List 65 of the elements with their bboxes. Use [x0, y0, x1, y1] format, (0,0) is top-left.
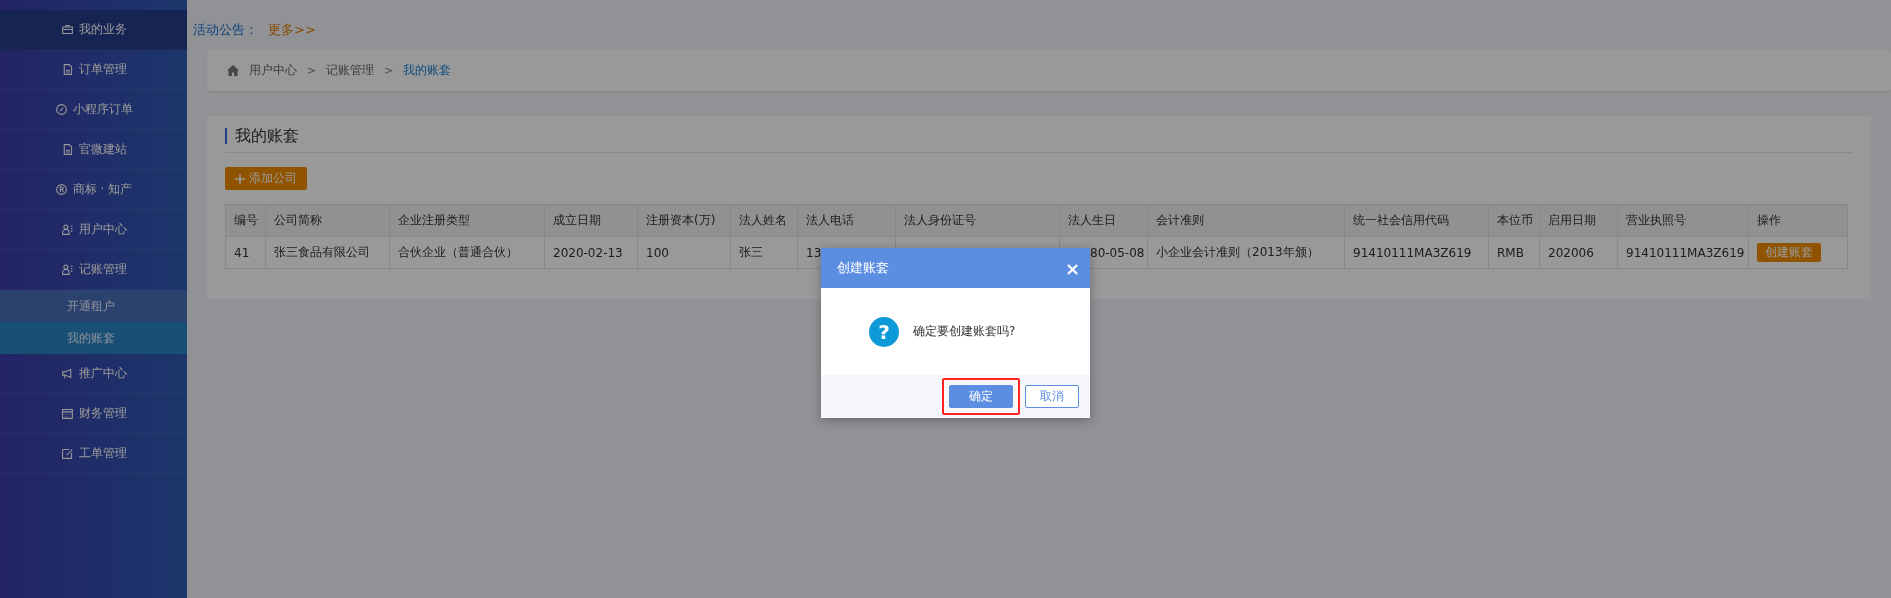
- column-header: 营业执照号: [1617, 204, 1749, 237]
- column-header: 法人生日: [1059, 204, 1148, 237]
- breadcrumb-link[interactable]: 记账管理: [326, 62, 375, 79]
- user-icon: [60, 223, 74, 236]
- sidebar-item[interactable]: 商标 · 知产: [0, 170, 187, 210]
- cancel-button[interactable]: 取消: [1025, 385, 1079, 408]
- table-cell: 张三: [739, 245, 763, 259]
- sidebar-item[interactable]: 小程序订单: [0, 90, 187, 130]
- breadcrumb-link[interactable]: 用户中心: [249, 62, 297, 79]
- add-company-button[interactable]: 添加公司: [225, 167, 307, 190]
- home-icon: [227, 65, 239, 76]
- link-icon: [54, 103, 68, 116]
- briefcase-icon: [60, 23, 74, 36]
- column-header: 统一社会信用代码: [1344, 204, 1489, 237]
- table-cell: 张三食品有限公司: [274, 245, 370, 259]
- more-link[interactable]: 更多>>: [268, 21, 316, 39]
- table-cell: 100: [646, 245, 669, 260]
- table-cell: RMB: [1497, 245, 1524, 260]
- column-header: 法人姓名: [730, 204, 798, 237]
- table-cell: 80-05-08: [1090, 245, 1145, 260]
- breadcrumb-separator: >: [384, 64, 394, 77]
- create-ledger-button[interactable]: 创建账套: [1757, 243, 1821, 262]
- table-cell: 合伙企业（普通合伙）: [398, 245, 518, 259]
- dialog-title: 创建账套: [837, 259, 889, 277]
- plus-icon: [235, 173, 245, 184]
- column-header: 本位币: [1488, 204, 1540, 237]
- sidebar-item[interactable]: 工单管理: [0, 434, 187, 474]
- table-cell: 41: [234, 245, 250, 260]
- column-header: 会计准则: [1147, 204, 1345, 237]
- column-header: 成立日期: [544, 204, 638, 237]
- table-cell: 小企业会计准则（2013年颁）: [1156, 245, 1319, 259]
- close-button[interactable]: ×: [1064, 257, 1080, 279]
- question-icon: ?: [869, 316, 899, 347]
- column-header: 法人电话: [797, 204, 896, 237]
- column-header: 编号: [225, 204, 266, 237]
- registered-icon: [54, 183, 68, 196]
- sidebar-item[interactable]: 推广中心: [0, 354, 187, 394]
- edit-icon: [60, 447, 74, 460]
- table-cell: 2020-02-13: [553, 245, 623, 260]
- sidebar-item[interactable]: 官微建站: [0, 130, 187, 170]
- sidebar-item[interactable]: 订单管理: [0, 50, 187, 90]
- megaphone-icon: [60, 367, 74, 380]
- table-cell: 13: [806, 245, 822, 260]
- dialog-message: 确定要创建账套吗?: [913, 323, 1016, 340]
- user-icon: [60, 263, 74, 276]
- table-cell: 202006: [1548, 245, 1594, 260]
- notice-label: 活动公告：: [193, 21, 258, 39]
- sidebar-subitem[interactable]: 开通租户: [0, 290, 187, 322]
- column-header: 企业注册类型: [389, 204, 545, 237]
- sidebar-item[interactable]: 财务管理: [0, 394, 187, 434]
- panel-title: 我的账套: [225, 128, 1853, 144]
- breadcrumb-link[interactable]: 我的账套: [403, 62, 452, 79]
- column-header: 启用日期: [1539, 204, 1618, 237]
- sidebar-subitem[interactable]: 我的账套: [0, 322, 187, 354]
- breadcrumb-separator: >: [307, 64, 317, 77]
- confirm-button[interactable]: 确定: [949, 385, 1013, 408]
- calendar-icon: [60, 407, 74, 420]
- table-cell: 91410111MA3Z619: [1626, 245, 1745, 260]
- column-header: 法人身份证号: [895, 204, 1060, 237]
- column-header: 注册资本(万): [637, 204, 731, 237]
- sidebar-item[interactable]: 用户中心: [0, 210, 187, 250]
- column-header: 操作: [1748, 204, 1848, 237]
- sidebar-item[interactable]: 我的业务: [0, 10, 187, 50]
- column-header: 公司简称: [265, 204, 390, 237]
- table-cell: 91410111MA3Z619: [1353, 245, 1472, 260]
